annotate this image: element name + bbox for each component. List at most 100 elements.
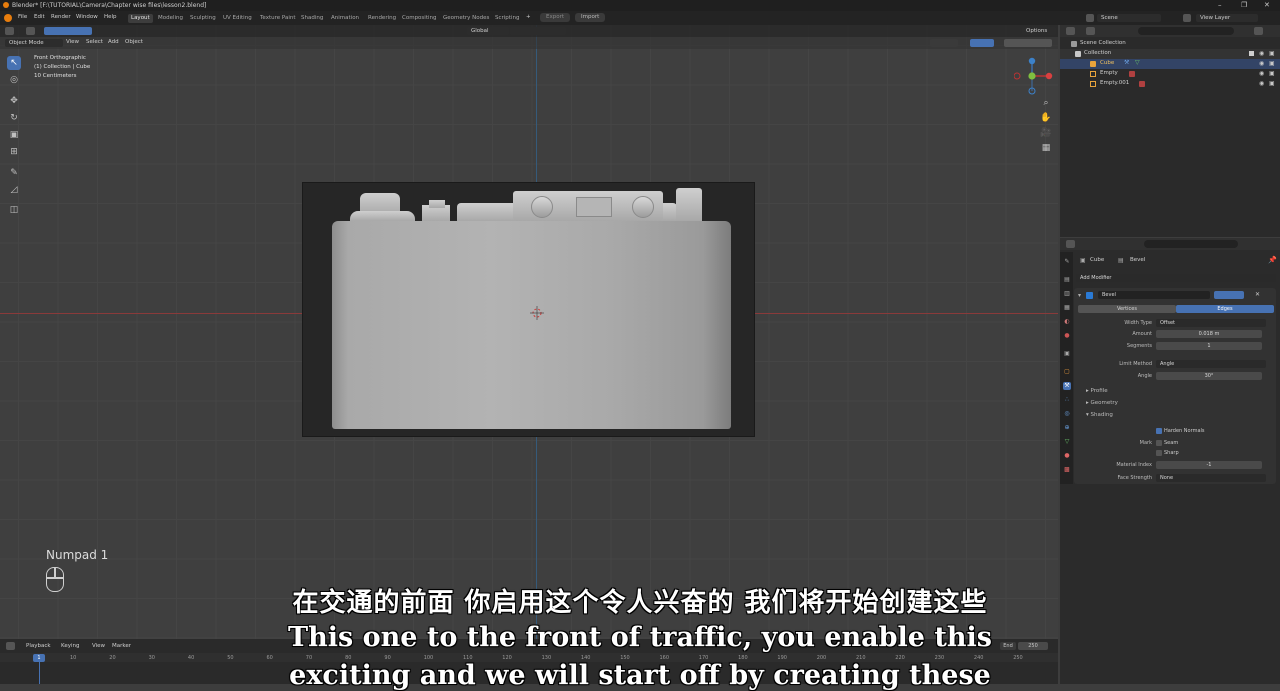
editor-type-icon[interactable] [5, 27, 14, 35]
object-mode-select[interactable]: Object Mode [5, 39, 63, 47]
camera-render-icon[interactable]: ▣ [1269, 80, 1275, 87]
menu-select[interactable]: Select [86, 39, 103, 45]
maximize-button[interactable]: ❐ [1241, 1, 1247, 9]
modifier-name-field[interactable]: Bevel [1098, 291, 1210, 299]
render-tab-icon[interactable]: ▤ [1063, 276, 1071, 284]
tab-modeling[interactable]: Modeling [155, 14, 186, 23]
menu-add[interactable]: Add [108, 39, 119, 45]
menu-window[interactable]: Window [76, 14, 98, 20]
camera-render-icon[interactable]: ▣ [1269, 70, 1275, 77]
outliner-row-scene-collection[interactable]: Scene Collection [1060, 39, 1280, 49]
limit-method-select[interactable]: Angle [1156, 360, 1266, 368]
view-layer-selector[interactable]: View Layer [1196, 14, 1258, 22]
pin-icon[interactable]: 📌 [1268, 256, 1277, 264]
transform-tool-icon[interactable]: ⊞ [7, 145, 21, 159]
sharp-checkbox[interactable] [1156, 450, 1162, 456]
tab-geometry-nodes[interactable]: Geometry Nodes [440, 14, 492, 23]
face-strength-select[interactable]: None [1156, 474, 1266, 482]
select-box-tool[interactable]: ↖ [7, 56, 21, 70]
camera-render-icon[interactable]: ▣ [1269, 60, 1275, 67]
harden-normals-checkbox[interactable] [1156, 428, 1162, 434]
camera-view-icon[interactable]: 🎥 [1039, 126, 1053, 140]
blender-menu-icon[interactable] [4, 14, 12, 22]
menu-help[interactable]: Help [104, 14, 117, 20]
scale-tool-icon[interactable]: ▣ [7, 128, 21, 142]
menu-object[interactable]: Object [125, 39, 143, 45]
tab-compositing[interactable]: Compositing [399, 14, 439, 23]
import-button[interactable]: Import [575, 13, 606, 22]
tab-rendering[interactable]: Rendering [365, 14, 399, 23]
object-tab-icon[interactable]: ▢ [1063, 368, 1071, 376]
eye-icon[interactable]: ◉ [1259, 50, 1264, 57]
rotate-tool-icon[interactable]: ↻ [7, 111, 21, 125]
scene-selector[interactable]: Scene [1097, 14, 1161, 22]
menu-file[interactable]: File [18, 14, 27, 20]
filter-icon[interactable] [1254, 27, 1263, 35]
tab-layout[interactable]: Layout [128, 14, 153, 23]
seam-checkbox[interactable] [1156, 440, 1162, 446]
collapse-chevron-icon[interactable]: ▾ [1078, 292, 1081, 299]
material-index-field[interactable]: -1 [1156, 461, 1262, 469]
angle-field[interactable]: 30° [1156, 372, 1262, 380]
material-tab-icon[interactable]: ● [1063, 452, 1071, 460]
tab-scripting[interactable]: Scripting [492, 14, 522, 23]
modifier-display-toggles[interactable] [1214, 291, 1244, 299]
outliner-row-empty-001[interactable]: Empty.001 ◉ ▣ [1060, 79, 1280, 89]
export-button[interactable]: Export [540, 13, 571, 22]
tab-texture-paint[interactable]: Texture Paint [257, 14, 299, 23]
select-tool-icon[interactable] [26, 27, 35, 35]
affect-vertices-button[interactable]: Vertices [1078, 305, 1176, 313]
width-type-select[interactable]: Offset [1156, 319, 1266, 327]
annotate-tool-icon[interactable]: ✎ [7, 166, 21, 180]
tool-tab-icon[interactable]: ✎ [1063, 258, 1071, 266]
collection-tab-icon[interactable]: ▣ [1063, 350, 1071, 358]
close-button[interactable]: ✕ [1264, 1, 1270, 9]
menu-view[interactable]: View [66, 39, 79, 45]
data-tab-icon[interactable]: ▽ [1063, 438, 1071, 446]
visibility-controls[interactable] [930, 39, 958, 47]
outliner-row-cube[interactable]: Cube ⚒ ▽ ◉ ▣ [1060, 59, 1280, 69]
eye-icon[interactable]: ◉ [1259, 60, 1264, 67]
amount-field[interactable]: 0.018 m [1156, 330, 1262, 338]
menu-edit[interactable]: Edit [34, 14, 45, 20]
tab-animation[interactable]: Animation [328, 14, 362, 23]
physics-tab-icon[interactable]: ◎ [1063, 410, 1071, 418]
display-mode-icon[interactable] [1086, 27, 1095, 35]
add-workspace-button[interactable]: + [526, 14, 531, 20]
camera-model-render[interactable] [302, 182, 755, 437]
move-tool-icon[interactable]: ✥ [7, 94, 21, 108]
shading-panel-header[interactable]: ▾ Shading [1086, 412, 1113, 418]
add-cube-tool-icon[interactable]: ◫ [7, 203, 21, 217]
outliner-editor-icon[interactable] [1066, 27, 1075, 35]
modifier-tab-icon[interactable]: ⚒ [1063, 382, 1071, 390]
profile-panel-header[interactable]: ▸ Profile [1086, 388, 1108, 394]
menu-render[interactable]: Render [51, 14, 71, 20]
output-tab-icon[interactable]: ▥ [1063, 290, 1071, 298]
pan-hand-icon[interactable]: ✋ [1039, 111, 1053, 125]
selection-mode-buttons[interactable] [44, 27, 92, 35]
texture-tab-icon[interactable]: ▩ [1063, 466, 1071, 474]
cursor-tool-icon[interactable]: ◎ [7, 73, 21, 87]
eye-icon[interactable]: ◉ [1259, 80, 1264, 87]
snapping-controls[interactable] [510, 27, 566, 35]
camera-render-icon[interactable]: ▣ [1269, 50, 1275, 57]
outliner-row-empty[interactable]: Empty ◉ ▣ [1060, 69, 1280, 79]
navigation-gizmo[interactable] [1013, 56, 1054, 96]
outliner-search-input[interactable] [1138, 27, 1234, 35]
segments-field[interactable]: 1 [1156, 342, 1262, 350]
view-layer-tab-icon[interactable]: ▦ [1063, 304, 1071, 312]
geometry-panel-header[interactable]: ▸ Geometry [1086, 400, 1118, 406]
tab-sculpting[interactable]: Sculpting [187, 14, 219, 23]
remove-modifier-icon[interactable]: ✕ [1255, 291, 1260, 298]
particles-tab-icon[interactable]: ∴ [1063, 396, 1071, 404]
minimize-button[interactable]: – [1218, 1, 1222, 9]
transform-orientation-select[interactable]: Global [467, 27, 509, 35]
add-modifier-button[interactable]: Add Modifier [1076, 274, 1276, 282]
zoom-icon[interactable]: ⌕ [1039, 96, 1053, 110]
world-tab-icon[interactable]: ● [1063, 332, 1071, 340]
options-dropdown[interactable]: Options [1022, 27, 1056, 35]
constraints-tab-icon[interactable]: ⊕ [1063, 424, 1071, 432]
exclude-checkbox[interactable] [1249, 51, 1254, 56]
ortho-grid-icon[interactable]: ▦ [1039, 141, 1053, 155]
tab-shading[interactable]: Shading [298, 14, 326, 23]
